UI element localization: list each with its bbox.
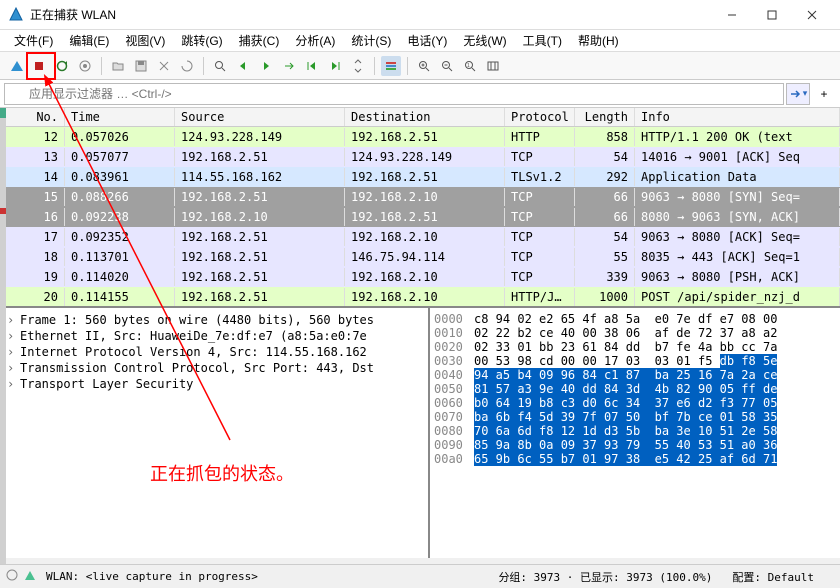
menu-item-5[interactable]: 分析(A) (287, 30, 343, 51)
close-button[interactable] (792, 2, 832, 28)
packet-row[interactable]: 170.092352192.168.2.51192.168.2.10TCP549… (0, 227, 840, 247)
zoom-in-button[interactable] (414, 56, 434, 76)
colorize-button[interactable] (381, 56, 401, 76)
window-title: 正在捕获 WLAN (30, 6, 712, 23)
start-capture-button[interactable] (6, 56, 26, 76)
packet-row[interactable]: 120.057026124.93.228.149192.168.2.51HTTP… (0, 127, 840, 147)
status-capture: WLAN: <live capture in progress> (46, 570, 478, 583)
packet-row[interactable]: 190.114020192.168.2.51192.168.2.10TCP339… (0, 267, 840, 287)
expert-icon[interactable] (24, 569, 36, 584)
col-protocol[interactable]: Protocol (505, 108, 575, 126)
go-back-button[interactable] (233, 56, 253, 76)
open-file-button[interactable] (108, 56, 128, 76)
reload-button[interactable] (177, 56, 197, 76)
ready-icon (6, 569, 18, 584)
hex-row[interactable]: 009085 9a 8b 0a 09 37 93 79 55 40 53 51 … (434, 438, 836, 452)
stop-capture-button[interactable] (29, 56, 49, 76)
hex-row[interactable]: 001002 22 b2 ce 40 00 38 06 af de 72 37 … (434, 326, 836, 340)
go-first-button[interactable] (302, 56, 322, 76)
col-time[interactable]: Time (65, 108, 175, 126)
menu-item-9[interactable]: 工具(T) (515, 30, 570, 51)
packet-row[interactable]: 200.114155192.168.2.51192.168.2.10HTTP/J… (0, 287, 840, 307)
col-length[interactable]: Length (575, 108, 635, 126)
toolbar: 1 (0, 52, 840, 80)
close-file-button[interactable] (154, 56, 174, 76)
hex-row[interactable]: 005081 57 a3 9e 40 dd 84 3d 4b 82 90 05 … (434, 382, 836, 396)
find-button[interactable] (210, 56, 230, 76)
hex-row[interactable]: 004094 a5 b4 09 96 84 c1 87 ba 25 16 7a … (434, 368, 836, 382)
zoom-out-button[interactable] (437, 56, 457, 76)
detail-node[interactable]: Internet Protocol Version 4, Src: 114.55… (4, 344, 424, 360)
hex-row[interactable]: 003000 53 98 cd 00 00 17 03 03 01 f5 db … (434, 354, 836, 368)
apply-filter-button[interactable]: ▾ (786, 83, 810, 105)
hex-row[interactable]: 008070 6a 6d f8 12 1d d3 5b ba 3e 10 51 … (434, 424, 836, 438)
col-info[interactable]: Info (635, 108, 840, 126)
statusbar: WLAN: <live capture in progress> 分组: 397… (0, 564, 840, 588)
add-filter-button[interactable]: + (812, 83, 836, 105)
menu-item-2[interactable]: 视图(V) (117, 30, 173, 51)
detail-node[interactable]: Ethernet II, Src: HuaweiDe_7e:df:e7 (a8:… (4, 328, 424, 344)
hex-row[interactable]: 0000c8 94 02 e2 65 4f a8 5a e0 7e df e7 … (434, 312, 836, 326)
menubar: 文件(F)编辑(E)视图(V)跳转(G)捕获(C)分析(A)统计(S)电话(Y)… (0, 30, 840, 52)
packet-row[interactable]: 130.057077192.168.2.51124.93.228.149TCP5… (0, 147, 840, 167)
packet-bytes[interactable]: 0000c8 94 02 e2 65 4f a8 5a e0 7e df e7 … (430, 308, 840, 558)
status-profile[interactable]: 配置: Default (732, 569, 814, 585)
packet-details[interactable]: Frame 1: 560 bytes on wire (4480 bits), … (0, 308, 430, 558)
detail-node[interactable]: Transmission Control Protocol, Src Port:… (4, 360, 424, 376)
menu-item-8[interactable]: 无线(W) (455, 30, 514, 51)
capture-options-button[interactable] (75, 56, 95, 76)
hex-row[interactable]: 0060b0 64 19 b8 c3 d0 6c 34 37 e6 d2 f3 … (434, 396, 836, 410)
zoom-reset-button[interactable]: 1 (460, 56, 480, 76)
packet-row[interactable]: 140.083961114.55.168.162192.168.2.51TLSv… (0, 167, 840, 187)
col-no[interactable]: No. (0, 108, 65, 126)
display-filter-input[interactable] (4, 83, 784, 105)
menu-item-7[interactable]: 电话(Y) (399, 30, 455, 51)
maximize-button[interactable] (752, 2, 792, 28)
resize-columns-button[interactable] (483, 56, 503, 76)
status-packets: 分组: 3973 · 已显示: 3973 (100.0%) (498, 569, 712, 585)
intelligent-scrollbar[interactable] (0, 108, 6, 564)
menu-item-3[interactable]: 跳转(G) (173, 30, 230, 51)
packet-row[interactable]: 180.113701192.168.2.51146.75.94.114TCP55… (0, 247, 840, 267)
packet-row[interactable]: 150.088266192.168.2.51192.168.2.10TCP669… (0, 187, 840, 207)
packet-header: No. Time Source Destination Protocol Len… (0, 108, 840, 127)
app-icon (8, 7, 24, 23)
hex-row[interactable]: 0070ba 6b f4 5d 39 7f 07 50 bf 7b ce 01 … (434, 410, 836, 424)
restart-capture-button[interactable] (52, 56, 72, 76)
auto-scroll-button[interactable] (348, 56, 368, 76)
go-last-button[interactable] (325, 56, 345, 76)
menu-item-6[interactable]: 统计(S) (343, 30, 399, 51)
svg-text:1: 1 (467, 63, 470, 69)
detail-node[interactable]: Frame 1: 560 bytes on wire (4480 bits), … (4, 312, 424, 328)
go-forward-button[interactable] (256, 56, 276, 76)
menu-item-4[interactable]: 捕获(C) (231, 30, 288, 51)
menu-item-10[interactable]: 帮助(H) (570, 30, 627, 51)
menu-item-1[interactable]: 编辑(E) (61, 30, 117, 51)
hex-row[interactable]: 00a065 9b 6c 55 b7 01 97 38 e5 42 25 af … (434, 452, 836, 466)
col-source[interactable]: Source (175, 108, 345, 126)
menu-item-0[interactable]: 文件(F) (6, 30, 61, 51)
detail-node[interactable]: Transport Layer Security (4, 376, 424, 392)
go-to-button[interactable] (279, 56, 299, 76)
save-file-button[interactable] (131, 56, 151, 76)
packet-list[interactable]: No. Time Source Destination Protocol Len… (0, 108, 840, 308)
packet-row[interactable]: 160.092238192.168.2.10192.168.2.51TCP668… (0, 207, 840, 227)
col-destination[interactable]: Destination (345, 108, 505, 126)
hex-row[interactable]: 002002 33 01 bb 23 61 84 dd b7 fe 4a bb … (434, 340, 836, 354)
minimize-button[interactable] (712, 2, 752, 28)
